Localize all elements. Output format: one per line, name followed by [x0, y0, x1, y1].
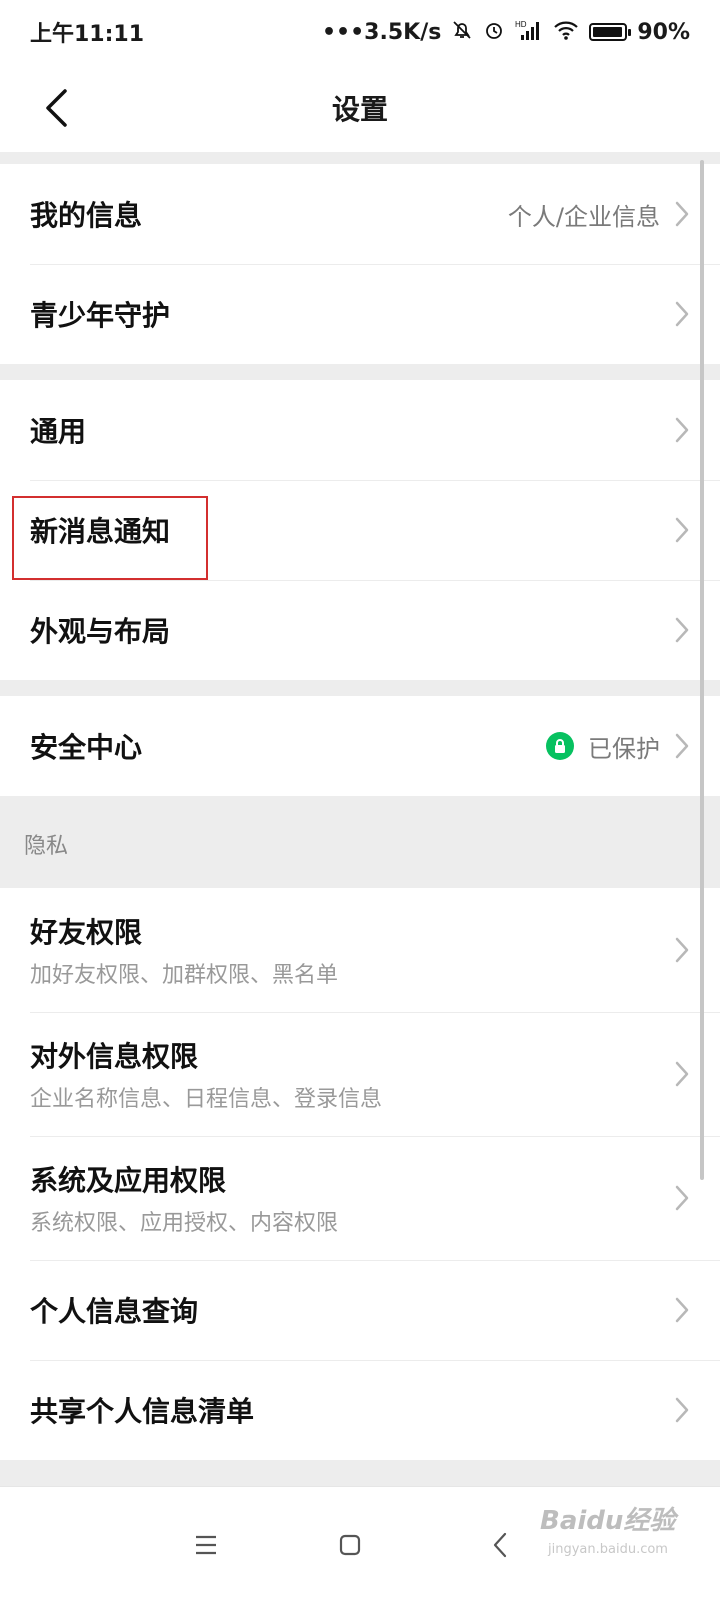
settings-item-subtitle: 企业名称信息、日程信息、登录信息	[30, 1087, 383, 1112]
settings-item-label: 安全中心	[30, 731, 143, 764]
alarm-icon	[483, 19, 505, 46]
settings-item-value: 个人/企业信息	[507, 202, 660, 231]
network-speed: •••3.5K/s	[321, 19, 442, 45]
settings-item-label: 外观与布局	[30, 615, 171, 648]
settings-group-privacy: 好友权限 加好友权限、加群权限、黑名单 对外信息权限 企业名称信息、日程信息、登…	[0, 888, 720, 1460]
status-bar: 上午11:11 •••3.5K/s HD 90%	[0, 0, 720, 64]
settings-item-label: 对外信息权限	[30, 1040, 199, 1073]
chevron-right-icon	[675, 301, 689, 327]
menu-icon	[196, 1535, 216, 1555]
settings-item-security-center[interactable]: 安全中心 已保护	[0, 696, 720, 796]
settings-item-subtitle: 加好友权限、加群权限、黑名单	[30, 963, 339, 988]
page-title: 设置	[331, 93, 388, 126]
system-back-button[interactable]	[472, 1517, 528, 1573]
chevron-right-icon	[675, 1397, 689, 1423]
settings-item-friend-permissions[interactable]: 好友权限 加好友权限、加群权限、黑名单	[0, 888, 720, 1012]
chevron-right-icon	[675, 1185, 689, 1211]
settings-item-subtitle: 系统权限、应用授权、内容权限	[30, 1211, 339, 1236]
settings-item-label: 好友权限	[30, 916, 143, 949]
cellular-signal-icon: HD	[515, 19, 543, 46]
chevron-right-icon	[675, 417, 689, 443]
settings-group-account: 我的信息 个人/企业信息 青少年守护	[0, 164, 720, 364]
settings-item-label: 系统及应用权限	[30, 1164, 227, 1197]
settings-item-system-app-permissions[interactable]: 系统及应用权限 系统权限、应用授权、内容权限	[0, 1136, 720, 1260]
chevron-right-icon	[675, 617, 689, 643]
signal-hd-tag: HD	[515, 20, 527, 29]
wifi-icon	[553, 19, 579, 46]
settings-item-appearance-layout[interactable]: 外观与布局	[0, 580, 720, 680]
settings-item-label: 个人信息查询	[30, 1295, 199, 1328]
settings-item-label: 我的信息	[30, 199, 143, 232]
chevron-right-icon	[675, 1061, 689, 1087]
section-header-privacy: 隐私	[24, 834, 69, 859]
settings-item-general[interactable]: 通用	[0, 380, 720, 480]
chevron-right-icon	[675, 201, 689, 227]
menu-button[interactable]	[178, 1517, 234, 1573]
home-button[interactable]	[322, 1517, 378, 1573]
chevron-right-icon	[675, 733, 689, 759]
settings-item-label: 通用	[30, 415, 87, 448]
settings-item-personal-info-query[interactable]: 个人信息查询	[0, 1260, 720, 1360]
highlight-annotation	[12, 496, 208, 580]
settings-item-value: 已保护	[588, 734, 660, 763]
settings-item-label: 青少年守护	[30, 299, 171, 332]
lock-icon	[546, 732, 574, 760]
chevron-right-icon	[675, 517, 689, 543]
settings-item-label: 共享个人信息清单	[30, 1395, 255, 1428]
status-time: 上午11:11	[30, 22, 145, 47]
chevron-right-icon	[675, 937, 689, 963]
chevron-left-icon	[493, 1532, 507, 1558]
nav-bar: 设置	[0, 64, 720, 152]
scrollbar[interactable]	[700, 160, 704, 1180]
settings-group-security: 安全中心 已保护	[0, 696, 720, 796]
chevron-right-icon	[675, 1297, 689, 1323]
settings-item-my-info[interactable]: 我的信息 个人/企业信息	[0, 164, 720, 264]
status-indicators: •••3.5K/s HD 90%	[322, 19, 690, 46]
bell-muted-icon	[451, 19, 473, 46]
settings-item-shared-info-list[interactable]: 共享个人信息清单	[0, 1360, 720, 1460]
watermark-logo: Baidu经验	[540, 1506, 676, 1536]
battery-percent: 90%	[637, 19, 690, 45]
battery-icon	[589, 23, 632, 41]
settings-item-youth-protection[interactable]: 青少年守护	[0, 264, 720, 364]
settings-item-external-info-permissions[interactable]: 对外信息权限 企业名称信息、日程信息、登录信息	[0, 1012, 720, 1136]
watermark-url: jingyan.baidu.com	[548, 1542, 668, 1557]
square-icon	[339, 1534, 361, 1556]
